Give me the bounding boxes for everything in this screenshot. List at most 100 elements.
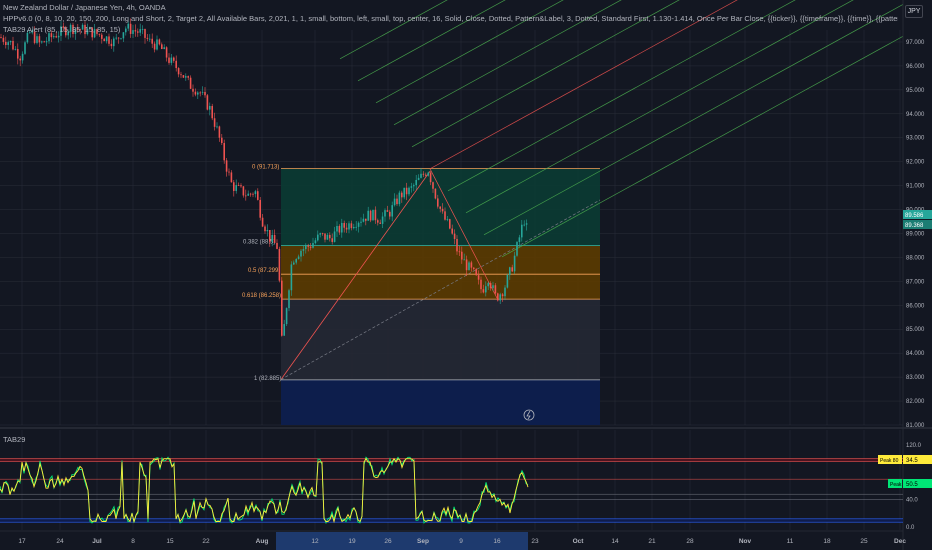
candle-body <box>257 191 259 200</box>
candle-body <box>398 192 401 205</box>
currency-badge[interactable]: JPY <box>905 5 923 18</box>
osc-tick: 40.0 <box>906 498 918 504</box>
candle-body <box>410 186 413 188</box>
candle-body <box>396 198 398 205</box>
candle-body <box>506 274 509 288</box>
candle-body <box>228 171 230 173</box>
candle-body <box>487 283 489 287</box>
candle-body <box>348 223 350 230</box>
candle-body <box>391 205 393 217</box>
fib-zone-orange <box>281 245 600 300</box>
candle-body <box>509 267 511 275</box>
indicator-legend-hpp[interactable]: HPPv6.0 (0, 8, 10, 20, 150, 200, Long an… <box>3 14 898 23</box>
candle-body <box>254 191 257 195</box>
price-tick: 88.000 <box>906 255 925 261</box>
chart-root[interactable]: 0 (91.713) 0.382 (88.5) 0.5 (87.299) 0.618 … <box>0 0 932 550</box>
candle-body <box>105 36 108 42</box>
candle-body <box>108 36 110 44</box>
candle-body <box>278 248 281 281</box>
candle-body <box>103 38 105 42</box>
candle-body <box>19 58 21 61</box>
candle-body <box>499 294 501 301</box>
candle-body <box>36 36 38 43</box>
time-tick: 23 <box>531 538 539 545</box>
indicator-legend-tab29[interactable]: TAB29 Alert (85, 15, 85, 15, 85, 15) <box>3 25 303 34</box>
candle-body <box>283 324 285 336</box>
candle-body <box>247 193 249 196</box>
candle-body <box>5 41 7 46</box>
oscillator-title: TAB29 <box>3 435 26 444</box>
candle-body <box>518 237 521 243</box>
candle-body <box>329 234 331 239</box>
candle-body <box>288 290 290 309</box>
candle-body <box>24 42 26 54</box>
time-tick: 18 <box>823 538 831 545</box>
time-tick: 25 <box>860 538 868 545</box>
candle-body <box>417 177 420 180</box>
candle-body <box>379 222 381 224</box>
candle-body <box>290 264 293 291</box>
price-tick: 96.000 <box>906 64 925 70</box>
candle-body <box>204 91 206 96</box>
time-tick: 19 <box>348 538 356 545</box>
price-tick: 82.000 <box>906 399 925 405</box>
candle-body <box>343 222 345 228</box>
candle-body <box>199 92 201 94</box>
price-chart[interactable]: 0 (91.713)0.382 (88.5)0.5 (87.299)0.618 … <box>0 0 932 550</box>
candle-body <box>475 268 477 276</box>
candle-body <box>261 217 264 227</box>
candle-body <box>307 245 309 247</box>
candle-body <box>233 182 235 191</box>
candle-body <box>249 193 252 195</box>
candle-body <box>473 267 475 269</box>
candle-body <box>492 285 494 289</box>
candle-body <box>156 39 158 50</box>
candle-body <box>252 193 254 195</box>
candle-body <box>525 223 528 225</box>
candle-body <box>209 105 211 110</box>
osc-value-upper-text: 34.5 <box>906 458 918 464</box>
candle-body <box>360 221 362 223</box>
candle-body <box>367 210 369 221</box>
candle-body <box>285 308 288 325</box>
candle-body <box>504 287 506 297</box>
candle-body <box>389 211 391 217</box>
candle-body <box>12 40 14 50</box>
candle-body <box>501 294 504 297</box>
price-tick: 94.000 <box>906 112 925 118</box>
candle-body <box>245 195 247 197</box>
candle-body <box>453 233 456 240</box>
candle-body <box>43 41 45 43</box>
candle-body <box>235 185 237 191</box>
candle-body <box>146 37 149 39</box>
candle-body <box>53 36 55 38</box>
time-tick: 24 <box>56 538 64 545</box>
candle-body <box>439 206 441 209</box>
candle-body <box>38 36 41 43</box>
candle-body <box>182 75 185 78</box>
candle-body <box>365 218 367 221</box>
candle-body <box>230 172 233 183</box>
candle-body <box>353 226 355 229</box>
candle-body <box>432 182 434 189</box>
candle-body <box>333 231 336 242</box>
candle-body <box>456 239 458 252</box>
time-tick: Dec <box>894 538 906 545</box>
time-tick: 17 <box>18 538 26 545</box>
candle-body <box>415 179 417 186</box>
candle-body <box>401 192 403 198</box>
time-tick: 21 <box>648 538 656 545</box>
candle-body <box>185 76 187 78</box>
candle-body <box>377 220 379 223</box>
candle-body <box>168 57 170 63</box>
candle-body <box>449 219 451 229</box>
candle-body <box>511 267 513 272</box>
candle-body <box>321 233 324 234</box>
candle-body <box>213 118 216 127</box>
fib-label: 0.5 (87.299) <box>248 268 280 274</box>
time-tick: 12 <box>311 538 319 545</box>
candle-body <box>189 77 192 89</box>
candle-body <box>521 224 523 238</box>
candle-body <box>26 32 29 43</box>
candle-body <box>369 210 372 221</box>
